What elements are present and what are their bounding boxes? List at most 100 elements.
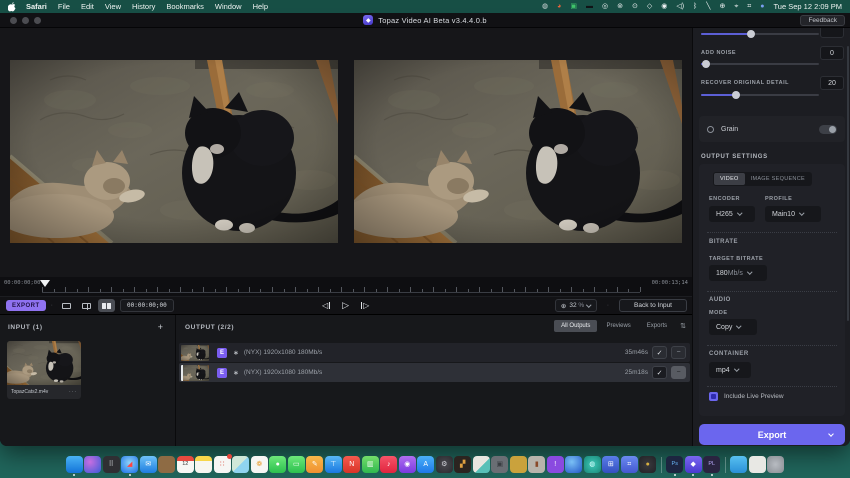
- close-window-button[interactable]: [10, 17, 17, 24]
- slider-knob[interactable]: [732, 91, 740, 99]
- menu-item-help[interactable]: Help: [253, 2, 268, 11]
- pixel-game-dock-icon[interactable]: ▞: [454, 456, 471, 473]
- pages-dock-icon[interactable]: ✎: [306, 456, 323, 473]
- menu-clock[interactable]: Tue Sep 12 2:09 PM: [773, 2, 842, 11]
- reminders-dock-icon[interactable]: ∷: [214, 456, 231, 473]
- timeline[interactable]: 00:00:00;00 00:00:13;14: [0, 277, 692, 296]
- app-status-grey-icon[interactable]: ◍: [542, 0, 548, 13]
- system-settings-dock-icon[interactable]: ⚙: [436, 456, 453, 473]
- minimize-window-button[interactable]: [22, 17, 29, 24]
- podcasts-dock-icon[interactable]: ◉: [399, 456, 416, 473]
- camera-utility-dock-icon[interactable]: ▣: [491, 456, 508, 473]
- app-store-dock-icon[interactable]: A: [417, 456, 434, 473]
- output-remove-button[interactable]: −: [671, 346, 686, 359]
- document-dock-icon[interactable]: [749, 456, 766, 473]
- blue-globe-app-dock-icon[interactable]: [565, 456, 582, 473]
- zoom-level-control[interactable]: ⊕ 32 %: [555, 299, 597, 312]
- output-row[interactable]: E∗(NYX) 1920x1080 180Mb/s25m18s✓−: [179, 363, 690, 382]
- dark-dial-app-dock-icon[interactable]: ●: [639, 456, 656, 473]
- grain-toggle[interactable]: [819, 125, 837, 134]
- spotlight-icon[interactable]: ⌖: [734, 0, 738, 13]
- yellow-box-app-dock-icon[interactable]: [510, 456, 527, 473]
- video-preview-processed[interactable]: [354, 60, 682, 243]
- menu-item-edit[interactable]: Edit: [81, 2, 94, 11]
- slider-value-box[interactable]: [820, 28, 844, 38]
- menu-item-bookmarks[interactable]: Bookmarks: [166, 2, 204, 11]
- app-status-orange-icon[interactable]: ◕: [557, 0, 561, 13]
- launchpad-dock-icon[interactable]: ⠿: [103, 456, 120, 473]
- bluetooth-icon[interactable]: ᛒ: [693, 0, 697, 13]
- next-frame-button[interactable]: ▷: [361, 301, 369, 310]
- view-side-by-side-button[interactable]: [98, 299, 115, 312]
- notes-brown-app-dock-icon[interactable]: [158, 456, 175, 473]
- keynote-dock-icon[interactable]: ⊤: [325, 456, 342, 473]
- time-machine-icon[interactable]: ⊕: [719, 0, 725, 13]
- messages-dock-icon[interactable]: ●: [269, 456, 286, 473]
- filter-tab-previews[interactable]: Previews: [599, 320, 637, 332]
- slider-track[interactable]: [701, 94, 819, 96]
- filter-tab-exports[interactable]: Exports: [640, 320, 674, 332]
- slider-value-box[interactable]: 20: [820, 76, 844, 90]
- notes-dock-icon[interactable]: [195, 456, 212, 473]
- view-single-button[interactable]: [58, 299, 75, 312]
- back-to-input-button[interactable]: Back to Input: [619, 299, 687, 312]
- playhead[interactable]: [40, 280, 50, 287]
- apple-menu-icon[interactable]: [8, 2, 16, 12]
- mail-dock-icon[interactable]: ✉: [140, 456, 157, 473]
- screenshot-app-dock-icon[interactable]: ⊞: [602, 456, 619, 473]
- music-dock-icon[interactable]: ♪: [380, 456, 397, 473]
- photoshop-dock-icon[interactable]: Ps: [666, 456, 683, 473]
- live-preview-checkbox[interactable]: [709, 392, 718, 401]
- title-bar[interactable]: ◆ Topaz Video AI Beta v3.4.4.0.b Feedbac…: [0, 13, 850, 28]
- menu-item-view[interactable]: View: [105, 2, 121, 11]
- output-select-button[interactable]: ✓: [652, 346, 667, 359]
- export-mode-badge[interactable]: EXPORT: [6, 300, 46, 311]
- vpn-icon[interactable]: ◉: [661, 0, 667, 13]
- previous-frame-button[interactable]: ◁: [322, 301, 330, 310]
- output-row[interactable]: E∗(NYX) 1920x1080 180Mb/s35m46s✓−: [179, 343, 690, 362]
- target-bitrate-dropdown[interactable]: 180Mb/s: [709, 265, 767, 281]
- maps-dock-icon[interactable]: [232, 456, 249, 473]
- sidebar-scrollbar[interactable]: [847, 46, 849, 321]
- bottle-app-dock-icon[interactable]: ▮: [528, 456, 545, 473]
- feedback-button[interactable]: Feedback: [800, 15, 845, 26]
- grain-collapse-icon[interactable]: [707, 126, 714, 133]
- view-split-button[interactable]: [78, 299, 95, 312]
- sort-order-icon[interactable]: ⇅: [680, 322, 686, 330]
- input-file-card[interactable]: TopazCats2.m4v ···: [7, 341, 81, 399]
- topaz-video-ai-dock-icon[interactable]: ◆: [685, 456, 702, 473]
- facetime-dock-icon[interactable]: ▭: [288, 456, 305, 473]
- teal-globe-app-dock-icon[interactable]: ◍: [584, 456, 601, 473]
- timeline-ruler[interactable]: [42, 285, 640, 293]
- profile-dropdown[interactable]: Main10: [765, 206, 821, 222]
- menu-item-history[interactable]: History: [132, 2, 155, 11]
- add-input-button[interactable]: +: [158, 322, 163, 332]
- slider-track[interactable]: [701, 33, 819, 35]
- tab-video[interactable]: VIDEO: [714, 173, 745, 185]
- screen-record-icon[interactable]: ◎: [602, 0, 608, 13]
- container-dropdown[interactable]: mp4: [709, 362, 751, 378]
- wifi-off-icon[interactable]: ╲: [706, 0, 710, 13]
- photo-lab-dock-icon[interactable]: PL: [703, 456, 720, 473]
- menu-item-window[interactable]: Window: [215, 2, 242, 11]
- finder-dock-icon[interactable]: [66, 456, 83, 473]
- news-dock-icon[interactable]: N: [343, 456, 360, 473]
- purple-alert-app-dock-icon[interactable]: !: [547, 456, 564, 473]
- slider-knob[interactable]: [702, 60, 710, 68]
- photos-dock-icon[interactable]: ❁: [251, 456, 268, 473]
- export-button[interactable]: Export: [699, 424, 845, 445]
- slider-track[interactable]: [701, 63, 819, 65]
- siri-icon[interactable]: ●: [760, 0, 764, 13]
- screen-capture-icon[interactable]: ▣: [570, 0, 577, 13]
- menu-item-file[interactable]: File: [58, 2, 70, 11]
- input-file-menu-icon[interactable]: ···: [69, 389, 77, 395]
- output-select-button[interactable]: ✓: [652, 366, 667, 379]
- slider-knob[interactable]: [747, 30, 755, 38]
- encoder-dropdown[interactable]: H265: [709, 206, 755, 222]
- volume-icon[interactable]: ◁): [676, 0, 684, 13]
- tab-image-sequence[interactable]: IMAGE SEQUENCE: [745, 173, 811, 185]
- battery-icon[interactable]: ⊙: [632, 0, 638, 13]
- calendar-dock-icon[interactable]: 12: [177, 456, 194, 473]
- flowchart-app-dock-icon[interactable]: ⌗: [621, 456, 638, 473]
- output-remove-button[interactable]: −: [671, 366, 686, 379]
